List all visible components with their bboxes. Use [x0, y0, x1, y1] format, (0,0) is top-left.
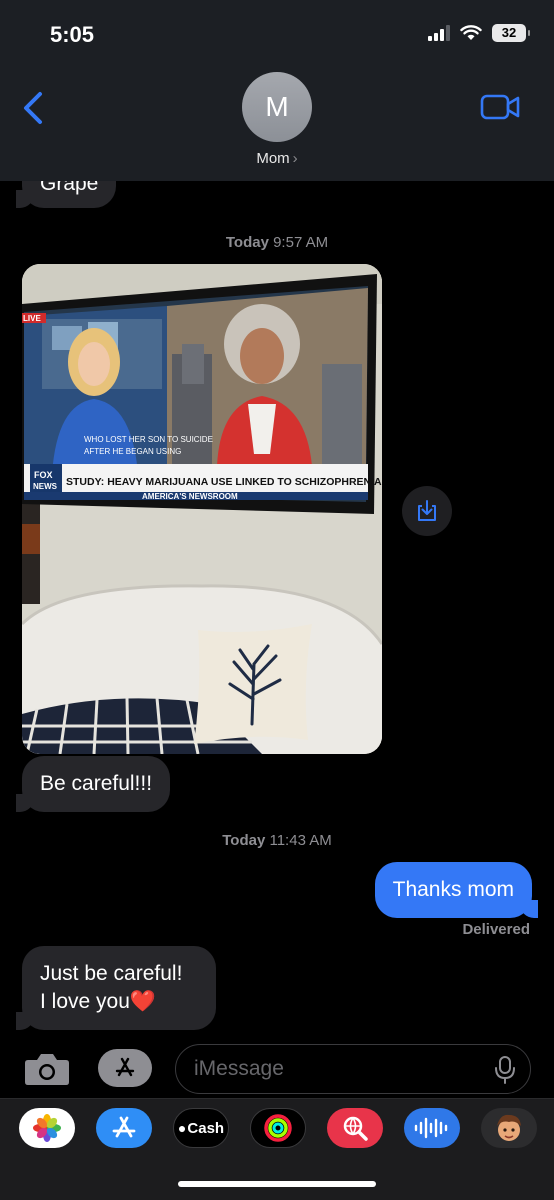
app-store-icon [115, 1057, 135, 1077]
camera-icon[interactable] [22, 1048, 72, 1088]
timestamp: Today 11:43 AM [0, 832, 554, 849]
save-to-photos-button[interactable] [402, 486, 452, 536]
contact-name: Mom [256, 150, 290, 167]
message-bubble-outgoing[interactable]: Thanks mom [374, 862, 539, 918]
app-audio-message[interactable] [404, 1108, 460, 1148]
network-logo-2: NEWS [33, 482, 58, 491]
grape-visible-region [0, 181, 554, 211]
heart-emoji: ❤️ [129, 990, 157, 1013]
app-photos[interactable] [19, 1108, 75, 1148]
status-icons-overlay: 32 [428, 24, 530, 42]
app-memoji[interactable] [481, 1108, 537, 1148]
timestamp-day: Today [222, 832, 266, 849]
memoji-icon [497, 1114, 521, 1141]
contact-name-button[interactable]: Mom › [0, 150, 554, 167]
tv-photo-image: WHO LOST HER SON TO SUICIDE AFTER HE BEG… [22, 264, 382, 754]
message-text: Thanks mom [392, 878, 514, 901]
app-apple-cash[interactable]: ● Cash [173, 1108, 229, 1148]
message-bubble-incoming[interactable]: Be careful!!! [15, 756, 171, 812]
wifi-icon [460, 25, 482, 40]
live-badge: LIVE [23, 314, 41, 323]
chyron-small-line-2: AFTER HE BEGAN USING [84, 447, 181, 456]
network-logo-1: FOX [34, 470, 53, 480]
message-text-line-2: I love you❤️ [40, 988, 198, 1016]
contact-avatar[interactable]: M [242, 72, 312, 142]
app-fitness[interactable] [250, 1108, 306, 1148]
battery-icon: 32 [492, 24, 530, 42]
app-images-search[interactable] [327, 1108, 383, 1148]
facetime-video-icon[interactable] [480, 92, 522, 122]
message-text-line-1: Just be careful! [40, 962, 183, 985]
timestamp-day: Today [225, 234, 269, 251]
chyron-headline: STUDY: HEAVY MARIJUANA USE LINKED TO SCH… [66, 476, 382, 488]
photo-attachment[interactable]: WHO LOST HER SON TO SUICIDE AFTER HE BEG… [22, 264, 382, 754]
timestamp: Today 9:57 AM [0, 234, 554, 251]
chevron-right-icon: › [292, 150, 298, 167]
globe-search-icon [343, 1116, 368, 1141]
app-store-button[interactable] [98, 1049, 152, 1087]
message-text: Be careful!!! [40, 772, 153, 795]
microphone-icon[interactable] [494, 1055, 516, 1085]
back-chevron-icon[interactable] [18, 88, 48, 128]
download-icon [418, 500, 436, 521]
message-bubble-incoming[interactable]: Just be careful! I love you❤️ [16, 946, 216, 1030]
imessage-input[interactable] [175, 1044, 531, 1094]
apple-logo-icon: ● [177, 1120, 187, 1136]
waveform-icon [414, 1117, 448, 1139]
delivery-status: Delivered [462, 921, 530, 938]
header-overlay: 5:05 32 M Mom › [0, 0, 554, 181]
status-time-overlay: 5:05 [50, 22, 95, 47]
program-name: AMERICA'S NEWSROOM [142, 492, 238, 501]
message-text: I love you [40, 990, 130, 1013]
app-store-icon [112, 1116, 136, 1138]
cash-label: Cash [187, 1119, 225, 1137]
chyron-small-line-1: WHO LOST HER SON TO SUICIDE [84, 435, 213, 444]
app-store[interactable] [96, 1108, 152, 1148]
cellular-signal-icon [428, 25, 450, 41]
photos-icon [33, 1114, 61, 1142]
timestamp-time: 11:43 AM [269, 832, 332, 849]
activity-rings-icon [264, 1114, 292, 1142]
home-indicator[interactable] [178, 1181, 376, 1187]
timestamp-time: 9:57 AM [273, 234, 329, 251]
